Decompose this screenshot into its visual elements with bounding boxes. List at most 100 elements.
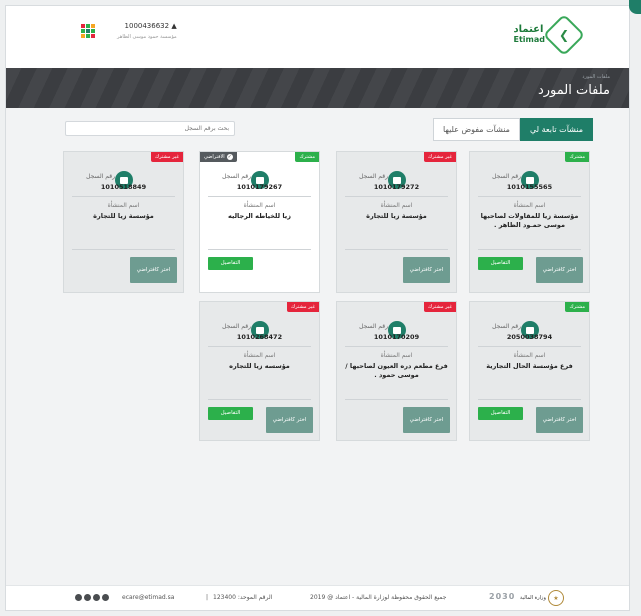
header: 1000436632 ▲ مؤسسة حمود موسى الظاهر ❯ اع…	[6, 6, 629, 69]
reg-label: رقم السجل	[359, 173, 388, 180]
copyright: جميع الحقوق محفوظة لوزارة المالية - اعتم…	[310, 594, 447, 601]
reg-number: 1010170209	[373, 333, 420, 341]
divider	[345, 346, 448, 347]
ministry-of-finance-logo: وزارة المالية ★	[520, 590, 564, 606]
app-frame: 1000436632 ▲ مؤسسة حمود موسى الظاهر ❯ اع…	[5, 5, 630, 611]
reg-number: 1010179272	[373, 183, 420, 191]
details-button[interactable]: التفاصيل	[208, 407, 253, 420]
breadcrumb[interactable]: ملفات المورد	[582, 74, 610, 80]
divider	[478, 249, 581, 250]
instagram-icon[interactable]	[75, 594, 82, 601]
establishment-card: غير مشترك رقم السجل 1010268472 اسم المنش…	[199, 301, 320, 441]
details-button[interactable]: التفاصيل	[478, 407, 523, 420]
facebook-icon[interactable]	[93, 594, 100, 601]
name-label: اسم المنشأة	[513, 352, 546, 359]
establishment-name: زيا للخياطه الرجاليه	[228, 212, 291, 220]
apps-grid-icon[interactable]	[81, 24, 95, 38]
name-label: اسم المنشأة	[380, 202, 413, 209]
unified-number: الرقم الموحد: 123400	[213, 594, 273, 601]
support-email[interactable]: ecare@etimad.sa	[122, 594, 174, 601]
set-default-button[interactable]: اختر كافتراضي	[266, 407, 313, 433]
divider	[478, 346, 581, 347]
status-badge: غير مشترك	[287, 302, 319, 312]
status-badge: غير مشترك	[424, 152, 456, 162]
divider	[478, 196, 581, 197]
status-badge: مشترك	[565, 302, 589, 312]
footer-separator: |	[206, 594, 209, 601]
youtube-icon[interactable]	[84, 594, 91, 601]
etimad-logo-icon: ❯	[542, 13, 586, 57]
reg-label: رقم السجل	[492, 323, 521, 330]
footer: ecare@etimad.sa | الرقم الموحد: 123400 ج…	[6, 585, 629, 610]
default-badge: ✓ الافتراضي	[200, 152, 237, 162]
name-label: اسم المنشأة	[243, 202, 276, 209]
mof-text: وزارة المالية	[520, 595, 546, 601]
name-label: اسم المنشأة	[243, 352, 276, 359]
social-links	[75, 594, 109, 601]
establishment-name: مؤسسه زيا للتجاره	[229, 362, 290, 370]
logo-text-ar: اعتماد	[513, 24, 544, 35]
establishment-name: مؤسسة زيا للتجارة	[366, 212, 427, 220]
set-default-button[interactable]: اختر كافتراضي	[536, 257, 583, 283]
tab-delegated-establishments[interactable]: منشآت مفوض عليها	[432, 118, 520, 141]
search-input[interactable]	[65, 121, 235, 136]
reg-number: 1010155565	[506, 183, 553, 191]
user-id: 1000436632 ▲	[124, 22, 177, 30]
details-button[interactable]: التفاصيل	[208, 257, 253, 270]
establishment-card: مشترك رقم السجل 1010155565 اسم المنشأة م…	[469, 151, 590, 293]
divider	[345, 249, 448, 250]
establishment-card: غير مشترك رقم السجل 1010179272 اسم المنش…	[336, 151, 457, 293]
establishment-name: مؤسسة زيا للتجارة	[93, 212, 154, 220]
reg-label: رقم السجل	[86, 173, 115, 180]
set-default-button[interactable]: اختر كافتراضي	[403, 407, 450, 433]
establishment-card: غير مشترك رقم السجل 1010518849 اسم المنش…	[63, 151, 184, 293]
reg-number: 1010179267	[236, 183, 283, 191]
etimad-logo[interactable]: ❯ اعتماد Etimad	[513, 13, 586, 57]
vision-2030-logo: 2030	[489, 592, 516, 601]
establishment-card-default: مشترك ✓ الافتراضي رقم السجل 1010179267 ا…	[199, 151, 320, 293]
corner-widget[interactable]	[629, 0, 641, 14]
divider	[478, 399, 581, 400]
status-badge: مشترك	[565, 152, 589, 162]
establishment-card: غير مشترك رقم السجل 1010170209 اسم المنش…	[336, 301, 457, 441]
divider	[72, 249, 175, 250]
reg-number: 2050038794	[506, 333, 553, 341]
divider	[208, 346, 311, 347]
establishment-name: فرع مؤسسة الحال التجارية	[486, 362, 573, 370]
default-check-icon: ✓	[226, 154, 233, 160]
status-badge: مشترك	[295, 152, 319, 162]
name-label: اسم المنشأة	[380, 352, 413, 359]
establishment-name: فرع مطعم دره العيون لصاحبها / موسى حمود …	[345, 362, 448, 379]
divider	[208, 249, 311, 250]
name-label: اسم المنشأة	[513, 202, 546, 209]
status-badge: غير مشترك	[151, 152, 183, 162]
divider	[345, 196, 448, 197]
twitter-icon[interactable]	[102, 594, 109, 601]
establishment-name: مؤسسة زيا للمقاولات لصاحبها موسى حمـود ا…	[480, 212, 579, 229]
divider	[208, 196, 311, 197]
page-title: ملفات المورد	[537, 83, 610, 98]
set-default-button[interactable]: اختر كافتراضي	[403, 257, 450, 283]
reg-number: 1010518849	[100, 183, 147, 191]
user-info[interactable]: 1000436632 ▲ مؤسسة حمود موسى الظاهر	[117, 22, 177, 40]
logo-text-en: Etimad	[513, 35, 546, 44]
reg-label: رقم السجل	[222, 173, 251, 180]
user-icon: ▲	[171, 22, 177, 30]
reg-label: رقم السجل	[359, 323, 388, 330]
establishment-card: مشترك رقم السجل 2050038794 اسم المنشأة ف…	[469, 301, 590, 441]
user-org: مؤسسة حمود موسى الظاهر	[117, 34, 177, 40]
set-default-button[interactable]: اختر كافتراضي	[536, 407, 583, 433]
reg-label: رقم السجل	[492, 173, 521, 180]
details-button[interactable]: التفاصيل	[478, 257, 523, 270]
divider	[345, 399, 448, 400]
divider	[208, 399, 311, 400]
tab-my-establishments[interactable]: منشآت تابعة لي	[519, 118, 593, 141]
divider	[72, 196, 175, 197]
reg-number: 1010268472	[236, 333, 283, 341]
tabs: منشآت تابعة لي منشآت مفوض عليها	[432, 118, 593, 141]
mof-seal-icon: ★	[547, 590, 564, 606]
name-label: اسم المنشأة	[107, 202, 140, 209]
reg-label: رقم السجل	[222, 323, 251, 330]
user-menu[interactable]: 1000436632 ▲ مؤسسة حمود موسى الظاهر	[81, 22, 177, 40]
set-default-button[interactable]: اختر كافتراضي	[130, 257, 177, 283]
